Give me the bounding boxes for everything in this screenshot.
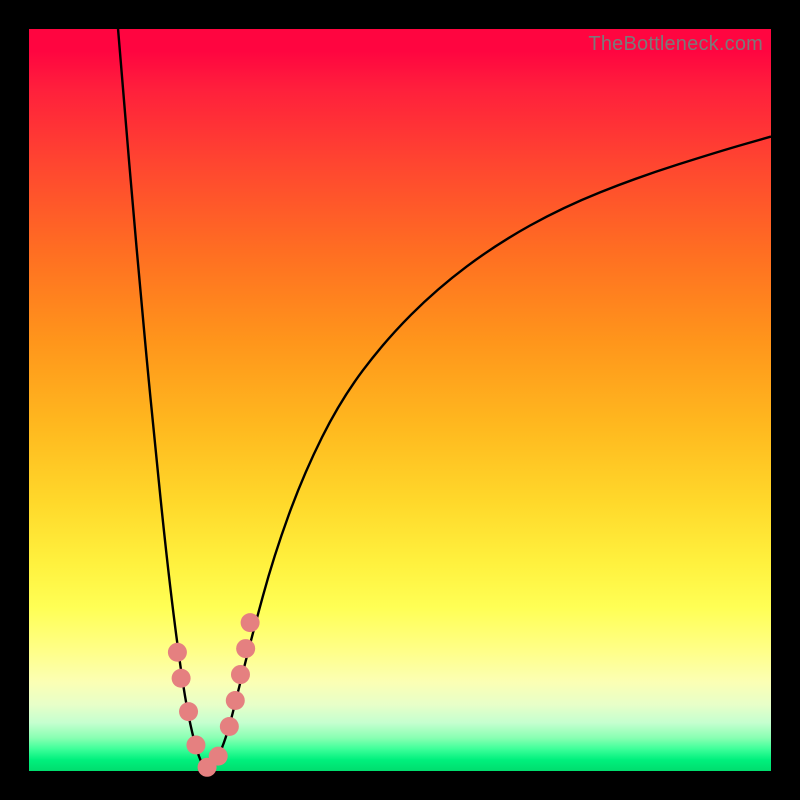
curve-left — [118, 29, 207, 771]
data-point — [241, 613, 260, 632]
data-point — [209, 747, 228, 766]
data-point — [231, 665, 250, 684]
chart-frame: TheBottleneck.com — [0, 0, 800, 800]
data-point — [186, 736, 205, 755]
highlighted-points — [168, 613, 260, 777]
data-point — [236, 639, 255, 658]
data-point — [172, 669, 191, 688]
chart-overlay — [29, 29, 771, 771]
data-point — [168, 643, 187, 662]
data-point — [179, 702, 198, 721]
data-point — [226, 691, 245, 710]
curve-right — [207, 137, 771, 771]
plot-area: TheBottleneck.com — [29, 29, 771, 771]
data-point — [220, 717, 239, 736]
